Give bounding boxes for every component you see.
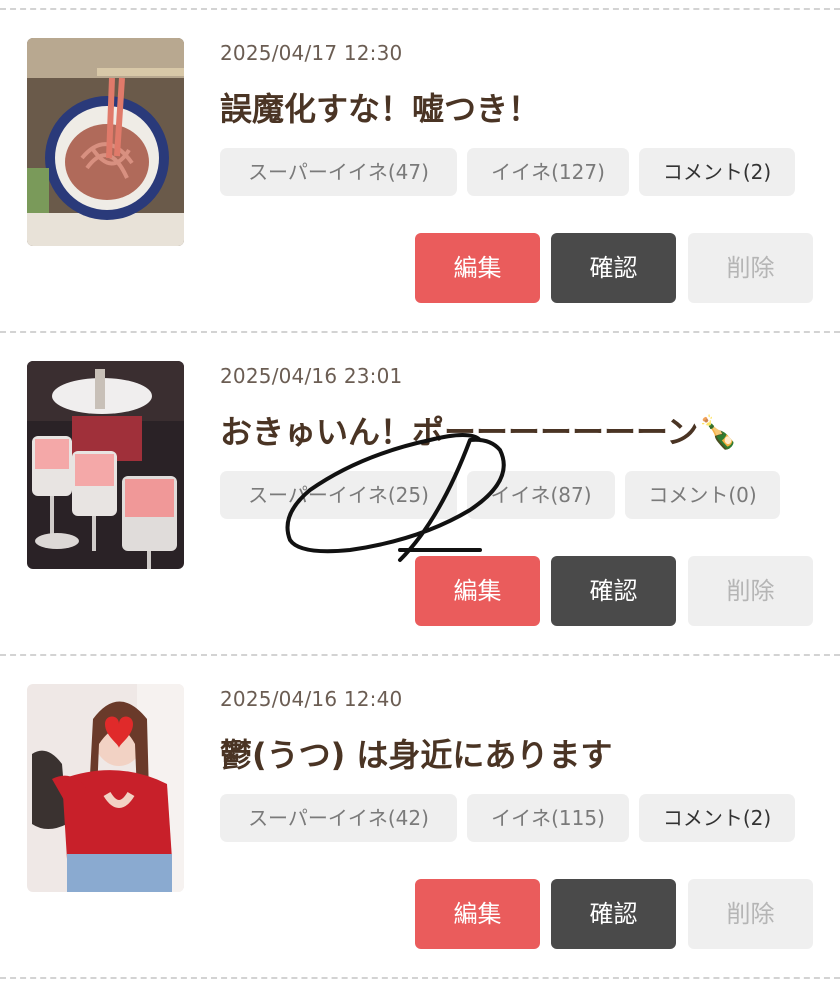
super-like-count[interactable]: スーパーイイネ(42) [220,794,457,842]
post-divider [0,977,840,979]
post-item: 2025/04/16 12:40 鬱(うつ) は身近にあります スーパーイイネ(… [0,646,840,966]
post-item: 2025/04/17 12:30 誤魔化すな！嘘つき！ スーパーイイネ(47) … [0,0,840,320]
comment-count[interactable]: コメント(2) [639,794,795,842]
comment-count[interactable]: コメント(2) [639,148,795,196]
post-date: 2025/04/16 23:01 [220,364,403,388]
like-count[interactable]: イイネ(115) [467,794,629,842]
post-thumbnail-noodle-dish[interactable] [27,38,184,246]
post-thumbnail-champagne-glasses[interactable] [27,361,184,569]
confirm-button[interactable]: 確認 [551,233,676,303]
post-item: 2025/04/16 23:01 おきゅいん！ポーーーーーーーン🍾 スーパーイイ… [0,323,840,643]
post-title[interactable]: おきゅいん！ポーーーーーーーン🍾 [220,407,738,453]
post-thumbnail-woman-red-sweater[interactable] [27,684,184,892]
post-date: 2025/04/16 12:40 [220,687,403,711]
delete-button[interactable]: 削除 [688,233,813,303]
post-title[interactable]: 鬱(うつ) は身近にあります [220,730,612,776]
super-like-count[interactable]: スーパーイイネ(25) [220,471,457,519]
delete-button[interactable]: 削除 [688,879,813,949]
like-count[interactable]: イイネ(127) [467,148,629,196]
edit-button[interactable]: 編集 [415,879,540,949]
post-date: 2025/04/17 12:30 [220,41,403,65]
like-count[interactable]: イイネ(87) [467,471,615,519]
super-like-count[interactable]: スーパーイイネ(47) [220,148,457,196]
post-title[interactable]: 誤魔化すな！嘘つき！ [220,84,540,130]
edit-button[interactable]: 編集 [415,233,540,303]
edit-button[interactable]: 編集 [415,556,540,626]
comment-count[interactable]: コメント(0) [625,471,780,519]
confirm-button[interactable]: 確認 [551,879,676,949]
delete-button[interactable]: 削除 [688,556,813,626]
confirm-button[interactable]: 確認 [551,556,676,626]
